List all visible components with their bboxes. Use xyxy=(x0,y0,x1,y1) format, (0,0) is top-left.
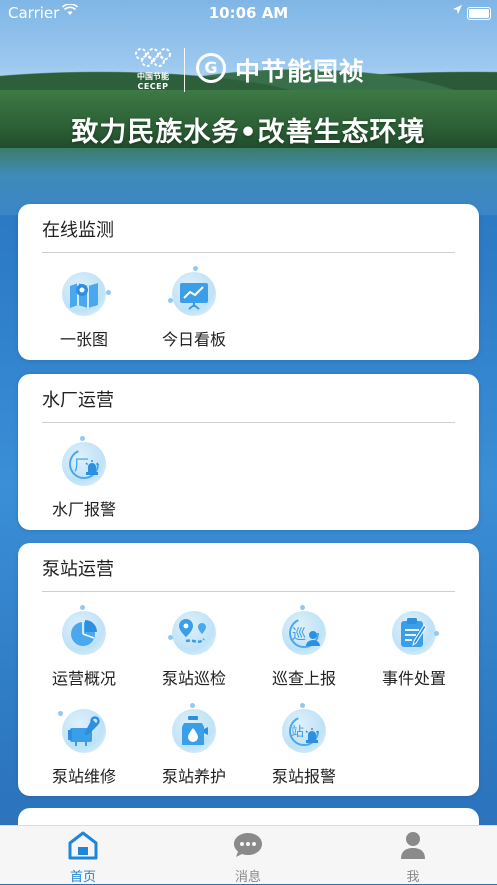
dashboard-icon xyxy=(180,283,208,310)
logo-row: 中国节能 CECEP G 中节能国祯 xyxy=(0,44,497,94)
section-water-plant: 水厂运营 厂 水厂报警 xyxy=(18,374,479,530)
cecep-name-zh: 中国节能 xyxy=(137,72,169,81)
menu-item-operation-overview[interactable]: 运营概况 xyxy=(29,605,139,689)
menu-item-pump-maintenance[interactable]: 泵站养护 xyxy=(139,703,249,787)
menu-item-pump-alarm[interactable]: 站 泵站报警 xyxy=(249,703,359,787)
section-online-monitoring: 在线监测 一张图 今日看板 xyxy=(18,204,479,360)
cecep-logo: 中国节能 CECEP xyxy=(130,48,176,91)
menu-item-label: 今日看板 xyxy=(161,330,226,349)
divider xyxy=(42,422,455,423)
tab-messages[interactable]: 消息 xyxy=(198,830,298,885)
patrol-report-icon: 巡 xyxy=(289,618,320,648)
menu-item-event-handling[interactable]: 事件处置 xyxy=(359,605,469,689)
station-glyph: 站 xyxy=(291,725,304,740)
cecep-name-en: CECEP xyxy=(137,82,169,91)
map-icon xyxy=(70,283,98,308)
event-edit-icon xyxy=(401,618,427,647)
pie-chart-icon xyxy=(71,620,97,646)
menu-item-label: 泵站维修 xyxy=(51,767,116,786)
tab-label: 消息 xyxy=(234,870,261,885)
menu-item-patrol-report[interactable]: 巡 巡查上报 xyxy=(249,605,359,689)
person-icon xyxy=(401,832,425,859)
logo-divider xyxy=(184,48,185,92)
route-pin-icon xyxy=(179,619,206,643)
tab-me[interactable]: 我 xyxy=(363,830,463,885)
tab-bar: 首页 消息 我 xyxy=(0,825,497,885)
status-time: 10:06 AM xyxy=(208,4,289,22)
brand-name: 中节能国祯 xyxy=(235,57,366,86)
divider xyxy=(42,252,455,253)
patrol-glyph: 巡 xyxy=(292,627,306,643)
menu-item-pump-repair[interactable]: 泵站维修 xyxy=(29,703,139,787)
menu-item-label: 水厂报警 xyxy=(51,500,116,519)
menu-item-label: 事件处置 xyxy=(381,669,446,688)
factory-glyph: 厂 xyxy=(74,456,89,474)
message-icon xyxy=(234,833,262,857)
cecep-rings-icon xyxy=(130,48,176,72)
menu-item-label: 泵站报警 xyxy=(271,767,336,786)
tab-home[interactable]: 首页 xyxy=(33,830,133,885)
status-bar: Carrier 10:06 AM xyxy=(0,0,497,26)
slogan: 致力民族水务•改善生态环境 xyxy=(71,117,426,148)
section-title: 泵站运营 xyxy=(42,559,114,580)
repair-wrench-icon xyxy=(68,716,100,746)
battery-icon xyxy=(467,7,491,20)
home-icon xyxy=(68,831,98,860)
maintenance-bottle-icon xyxy=(182,716,208,745)
divider xyxy=(42,591,455,592)
brand-logo-icon: G xyxy=(196,53,226,83)
menu-item-dashboard[interactable]: 今日看板 xyxy=(139,266,249,350)
header-banner xyxy=(0,0,497,215)
menu-item-pump-inspection[interactable]: 泵站巡检 xyxy=(139,605,249,689)
section-title: 水厂运营 xyxy=(42,390,114,411)
location-arrow-icon xyxy=(452,4,463,19)
section-title: 在线监测 xyxy=(42,220,114,241)
station-alarm-icon: 站 xyxy=(289,716,319,746)
factory-alarm-icon: 厂 xyxy=(69,449,99,479)
tab-label: 我 xyxy=(406,870,420,885)
menu-item-map[interactable]: 一张图 xyxy=(29,266,139,350)
menu-item-label: 运营概况 xyxy=(51,669,116,688)
menu-item-label: 一张图 xyxy=(59,330,108,349)
menu-item-label: 泵站养护 xyxy=(161,767,226,786)
section-pump-station: 泵站运营 运营概况 泵站巡检 巡 巡查上报 事件处置 泵站维修 泵站养护 站 泵… xyxy=(18,543,479,796)
menu-item-water-plant-alarm[interactable]: 厂 水厂报警 xyxy=(29,436,139,520)
tab-label: 首页 xyxy=(69,870,96,885)
menu-item-label: 巡查上报 xyxy=(271,669,336,688)
menu-item-label: 泵站巡检 xyxy=(161,669,226,688)
